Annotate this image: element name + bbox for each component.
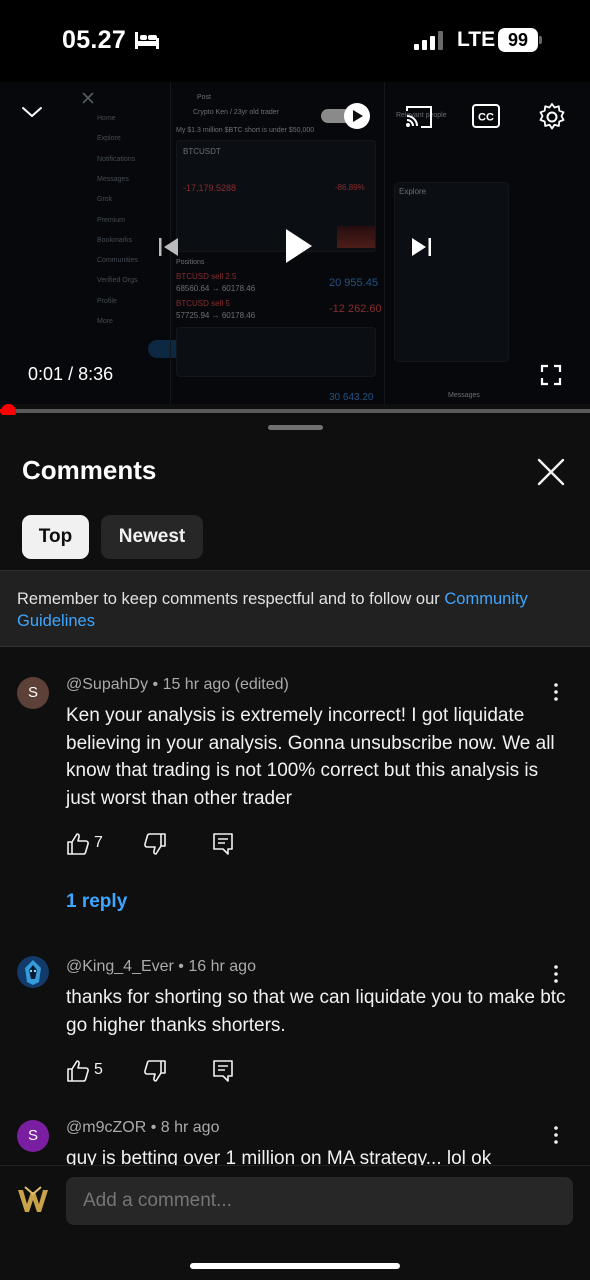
fullscreen-icon[interactable] (540, 364, 562, 386)
add-comment-bar (0, 1165, 590, 1280)
dislike-icon[interactable] (143, 1059, 167, 1083)
time-separator: / (68, 364, 74, 384)
comments-sheet: Comments Top Newest Remember to keep com… (0, 415, 590, 1280)
comment-text: Ken your analysis is extremely incorrect… (66, 705, 555, 809)
previous-icon[interactable] (156, 234, 182, 260)
network-type: LTE (457, 28, 496, 51)
progress-bar[interactable] (0, 409, 590, 413)
video-player[interactable]: Home Explore Notifications Messages Grok Prem… (0, 82, 590, 404)
comment-item: S @SupahDy • 15 hr ago (edited) Ken your… (0, 670, 590, 930)
cc-icon[interactable]: CC (472, 104, 500, 128)
current-time: 0:01 (28, 364, 64, 384)
comments-title: Comments (22, 455, 157, 485)
comment-time: 8 hr ago (160, 1119, 220, 1136)
more-options-icon[interactable] (548, 682, 564, 702)
user-avatar-logo[interactable] (16, 1184, 50, 1218)
close-icon[interactable] (534, 455, 568, 489)
comment-time: 15 hr ago (162, 676, 231, 693)
like-icon[interactable] (66, 1059, 90, 1083)
avatar[interactable]: S (17, 677, 49, 709)
video-duration: 8:36 (78, 364, 114, 384)
view-replies-link[interactable]: 1 reply (66, 891, 127, 913)
comment-meta: @SupahDy • 15 hr ago (edited) (66, 676, 289, 693)
filter-chip-newest[interactable]: Newest (101, 515, 203, 559)
comment-author[interactable]: @m9cZOR (66, 1119, 146, 1136)
battery-level: 99 (498, 28, 538, 52)
like-count: 5 (94, 1061, 103, 1078)
comment-meta: @m9cZOR • 8 hr ago (66, 1119, 220, 1136)
like-icon[interactable] (66, 832, 90, 856)
community-guidelines-notice: Remember to keep comments respectful and… (0, 570, 590, 647)
video-timestamp: 0:01 / 8:36 (28, 364, 113, 385)
comment-edited: (edited) (234, 676, 289, 693)
comment-author[interactable]: @SupahDy (66, 676, 148, 693)
svg-text:CC: CC (478, 112, 494, 124)
avatar[interactable]: S (17, 1120, 49, 1152)
comment-time: 16 hr ago (188, 958, 256, 975)
autoplay-toggle-icon[interactable] (320, 102, 372, 130)
avatar[interactable] (17, 956, 49, 988)
status-bar: 05.27 LTE 99 (0, 0, 590, 82)
sheet-drag-handle[interactable] (268, 425, 323, 430)
sleep-focus-icon (135, 32, 159, 49)
cellular-signal-icon (414, 31, 443, 50)
comment-item: S @m9cZOR • 8 hr ago guy is betting over… (0, 1113, 590, 1168)
reply-icon[interactable] (211, 832, 235, 856)
settings-icon[interactable] (537, 102, 567, 132)
battery-nub (539, 36, 542, 44)
next-icon[interactable] (408, 234, 434, 260)
comment-author[interactable]: @King_4_Ever (66, 958, 174, 975)
like-count: 7 (94, 834, 103, 851)
chevron-down-icon[interactable] (20, 104, 44, 120)
reply-icon[interactable] (211, 1059, 235, 1083)
cast-icon[interactable] (404, 104, 434, 130)
status-time: 05.27 (62, 26, 127, 54)
more-options-icon[interactable] (548, 964, 564, 984)
notice-text: Remember to keep comments respectful and… (17, 590, 445, 608)
home-indicator[interactable] (190, 1263, 400, 1269)
add-comment-input[interactable] (66, 1177, 573, 1225)
comment-item: @King_4_Ever • 16 hr ago thanks for shor… (0, 952, 590, 1092)
comment-meta: @King_4_Ever • 16 hr ago (66, 958, 256, 975)
comment-text: thanks for shorting so that we can liqui… (66, 987, 566, 1036)
filter-chip-top[interactable]: Top (22, 515, 89, 559)
play-icon[interactable] (280, 226, 316, 266)
more-options-icon[interactable] (548, 1125, 564, 1145)
dislike-icon[interactable] (143, 832, 167, 856)
